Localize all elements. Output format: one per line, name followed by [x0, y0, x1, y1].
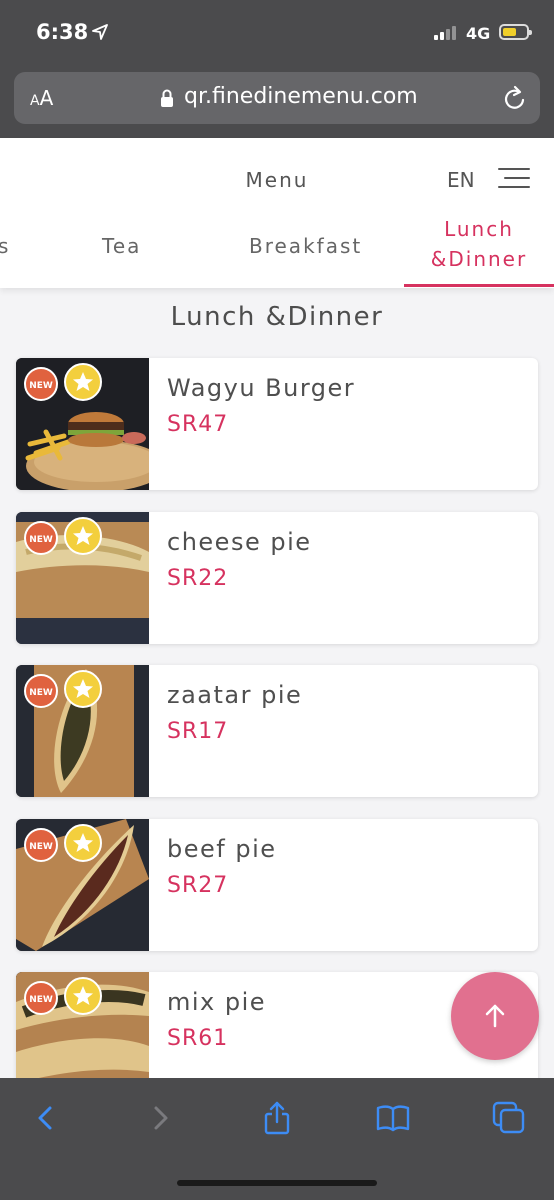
- menu-item-card[interactable]: NEW Wagyu Burger SR47: [16, 358, 538, 490]
- item-price: SR22: [167, 566, 229, 591]
- location-arrow-icon: [92, 24, 108, 40]
- battery-icon: [499, 24, 532, 40]
- item-name: cheese pie: [167, 528, 312, 556]
- status-time: 6:38: [36, 20, 89, 44]
- tab-partial[interactable]: s: [0, 234, 10, 258]
- language-selector[interactable]: EN: [447, 168, 475, 192]
- menu-item-card[interactable]: NEW zaatar pie SR17: [16, 665, 538, 797]
- item-image: NEW: [16, 665, 149, 797]
- cellular-signal-icon: [434, 26, 456, 40]
- new-badge: NEW: [24, 981, 58, 1015]
- star-badge-icon: [64, 824, 102, 862]
- item-name: Wagyu Burger: [167, 374, 356, 402]
- tab-lunch-dinner[interactable]: Lunch &Dinner: [404, 214, 554, 274]
- active-tab-indicator: [404, 284, 554, 287]
- address-bar[interactable]: AA qr.finedinemenu.com: [14, 72, 540, 124]
- star-badge-icon: [64, 517, 102, 555]
- new-badge: NEW: [24, 674, 58, 708]
- hamburger-menu-icon[interactable]: [498, 168, 532, 190]
- menu-item-card[interactable]: NEW beef pie SR27: [16, 819, 538, 951]
- item-price: SR17: [167, 719, 229, 744]
- tab-tea[interactable]: Tea: [102, 234, 141, 258]
- item-name: beef pie: [167, 835, 277, 863]
- tab-lunch-dinner-line2: &Dinner: [430, 247, 528, 271]
- tab-lunch-dinner-line1: Lunch: [444, 217, 514, 241]
- lock-icon: [161, 89, 173, 107]
- section-title: Lunch &Dinner: [170, 302, 384, 332]
- forward-chevron-icon[interactable]: [142, 1100, 178, 1136]
- item-name: mix pie: [167, 988, 267, 1016]
- url-text[interactable]: qr.finedinemenu.com: [184, 84, 418, 109]
- category-tabs: s Tea Breakfast Lunch &Dinner: [0, 208, 554, 288]
- tabs-icon[interactable]: [491, 1100, 527, 1136]
- home-indicator: [177, 1180, 377, 1186]
- item-price: SR47: [167, 412, 229, 437]
- item-image: NEW: [16, 819, 149, 951]
- network-type: 4G: [466, 24, 491, 43]
- star-badge-icon: [64, 670, 102, 708]
- new-badge: NEW: [24, 367, 58, 401]
- tab-breakfast[interactable]: Breakfast: [249, 234, 362, 258]
- star-badge-icon: [64, 363, 102, 401]
- reload-icon[interactable]: [502, 84, 528, 112]
- star-badge-icon: [64, 977, 102, 1015]
- item-name: zaatar pie: [167, 681, 303, 709]
- back-chevron-icon[interactable]: [28, 1100, 64, 1136]
- share-icon[interactable]: [259, 1100, 295, 1136]
- item-image: NEW: [16, 358, 149, 490]
- new-badge: NEW: [24, 521, 58, 555]
- item-price: SR61: [167, 1026, 229, 1051]
- new-badge: NEW: [24, 828, 58, 862]
- item-image: NEW: [16, 512, 149, 644]
- bookmarks-icon[interactable]: [375, 1100, 411, 1136]
- browser-top-chrome: 6:38 4G AA qr.finedinemenu.com: [0, 0, 554, 138]
- scroll-to-top-button[interactable]: [451, 972, 539, 1060]
- text-size-button[interactable]: AA: [30, 86, 53, 110]
- item-price: SR27: [167, 873, 229, 898]
- status-bar: 6:38 4G: [0, 0, 554, 66]
- arrow-up-icon: [485, 1004, 505, 1028]
- menu-item-card[interactable]: NEW cheese pie SR22: [16, 512, 538, 644]
- app-header: Menu EN s Tea Breakfast Lunch &Dinner: [0, 138, 554, 288]
